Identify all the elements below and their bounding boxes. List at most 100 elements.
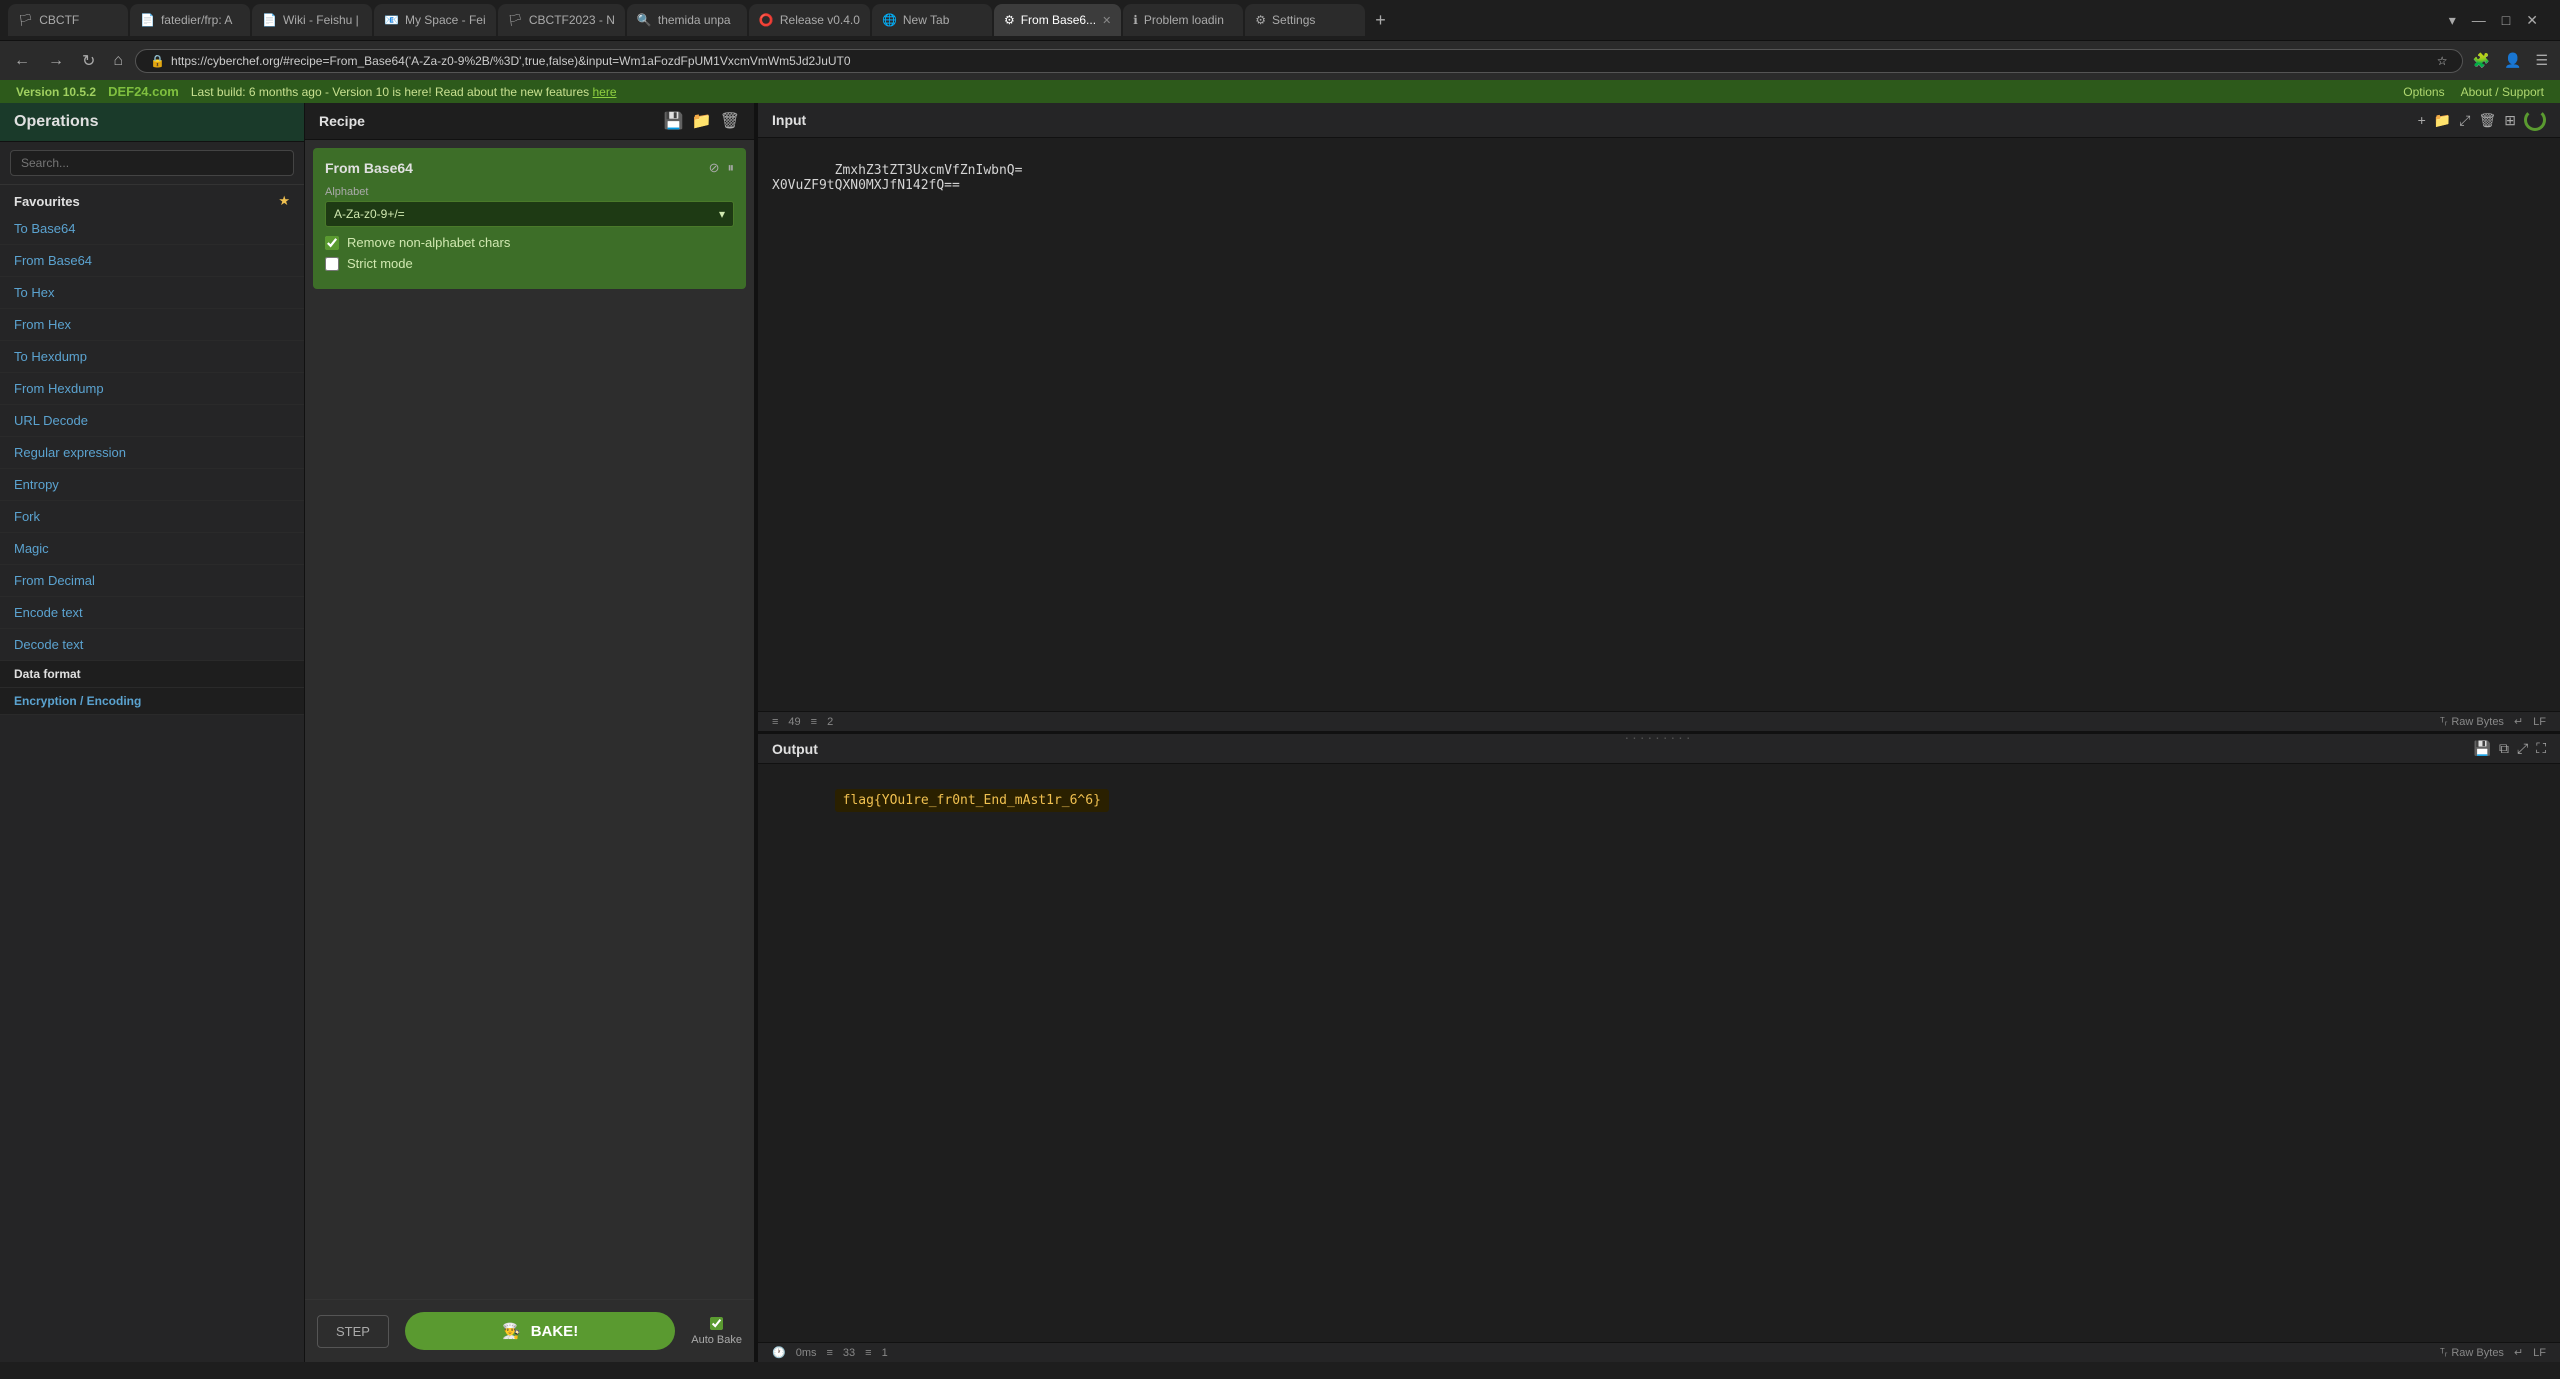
- sidebar-item-to-base64[interactable]: To Base64: [0, 213, 304, 245]
- recipe-folder-icon[interactable]: 📁: [692, 111, 712, 131]
- home-button[interactable]: ⌂: [107, 50, 129, 72]
- tab-problemloading[interactable]: ℹ Problem loadin: [1123, 4, 1243, 36]
- tab-newtab[interactable]: 🌐 New Tab: [872, 4, 992, 36]
- back-button[interactable]: ←: [8, 50, 36, 72]
- remove-nonalphabet-checkbox[interactable]: [325, 236, 339, 250]
- sidebar-item-to-hex[interactable]: To Hex: [0, 277, 304, 309]
- output-expand-icon[interactable]: ⤢: [2517, 740, 2528, 757]
- sidebar-item-regex[interactable]: Regular expression: [0, 437, 304, 469]
- sidebar-item-fork[interactable]: Fork: [0, 501, 304, 533]
- input-trash-icon[interactable]: 🗑: [2478, 112, 2496, 129]
- step-button[interactable]: STEP: [317, 1315, 389, 1348]
- lock-icon: 🔒: [150, 54, 165, 68]
- build-link[interactable]: here: [592, 85, 616, 99]
- sidebar-header: Operations: [0, 103, 304, 142]
- site-label: DEF24.com: [108, 84, 179, 99]
- pause-op-icon[interactable]: ⏸: [728, 160, 735, 176]
- minimize-button[interactable]: —: [2466, 10, 2492, 31]
- input-add-icon[interactable]: +: [2418, 112, 2426, 128]
- recipe-panel: Recipe 💾 📁 🗑 From Base64 ⊘ ⏸ Alphabet A-…: [305, 103, 755, 1362]
- input-grid-icon[interactable]: ⊞: [2504, 112, 2516, 129]
- nav-right-actions: 🧩 👤 ☰: [2469, 50, 2552, 71]
- sidebar-item-url-decode[interactable]: URL Decode: [0, 405, 304, 437]
- version-label: Version 10.5.2: [16, 85, 96, 99]
- nav-bar: ← → ↻ ⌂ 🔒 https://cyberchef.org/#recipe=…: [0, 40, 2560, 80]
- favourites-star-icon: ★: [278, 193, 290, 209]
- tab-wiki[interactable]: 📄 Wiki - Feishu |: [252, 4, 372, 36]
- tab-settings[interactable]: ⚙ Settings: [1245, 4, 1365, 36]
- bake-button[interactable]: 👨‍🍳 BAKE!: [405, 1312, 675, 1350]
- sidebar-item-from-hex[interactable]: From Hex: [0, 309, 304, 341]
- sidebar-item-magic[interactable]: Magic: [0, 533, 304, 565]
- tab-label-themida: themida unpa: [658, 13, 731, 27]
- remove-nonalphabet-row: Remove non-alphabet chars: [325, 235, 734, 250]
- options-button[interactable]: Options: [2403, 85, 2444, 99]
- sidebar-item-encode-text[interactable]: Encode text: [0, 597, 304, 629]
- recipe-trash-icon[interactable]: 🗑: [720, 111, 740, 131]
- extensions-icon[interactable]: 🧩: [2469, 50, 2494, 71]
- forward-button[interactable]: →: [42, 50, 70, 72]
- tab-close-frombase64[interactable]: ✕: [1102, 14, 1111, 27]
- tab-release[interactable]: ⭕ Release v0.4.0: [749, 4, 870, 36]
- profile-icon[interactable]: 👤: [2500, 50, 2525, 71]
- alphabet-select[interactable]: A-Za-z0-9+/= ▾: [325, 201, 734, 227]
- address-bar[interactable]: 🔒 https://cyberchef.org/#recipe=From_Bas…: [135, 49, 2462, 73]
- about-support-button[interactable]: About / Support: [2461, 85, 2544, 99]
- strict-mode-label[interactable]: Strict mode: [347, 256, 413, 271]
- sidebar-item-to-hexdump[interactable]: To Hexdump: [0, 341, 304, 373]
- new-tab-button[interactable]: +: [1367, 10, 1394, 31]
- sidebar-item-from-hexdump[interactable]: From Hexdump: [0, 373, 304, 405]
- output-char-count: 33: [843, 1347, 855, 1359]
- tab-label-newtab: New Tab: [903, 13, 949, 27]
- output-content: flag{YOu1re_fr0nt_End_mAst1r_6^6}: [758, 764, 2560, 1342]
- tab-cbctf2023[interactable]: 🏳 CBCTF2023 - N: [498, 4, 625, 36]
- tab-label-cbctf: CBCTF: [39, 13, 79, 27]
- output-fullscreen-icon[interactable]: ⛶: [2536, 740, 2546, 757]
- input-title: Input: [772, 112, 806, 128]
- tab-fatedier[interactable]: 📄 fatedier/frp: A: [130, 4, 250, 36]
- sidebar-search-area: [0, 142, 304, 185]
- input-progress-circle: [2524, 109, 2546, 131]
- input-content[interactable]: ZmxhZ3tZT3UxcmVfZnIwbnQ= X0VuZF9tQXN0MXJ…: [758, 138, 2560, 711]
- tab-label-frombase64: From Base6...: [1021, 13, 1096, 27]
- close-button[interactable]: ✕: [2520, 10, 2544, 31]
- input-line-count-icon: ≡: [811, 716, 817, 728]
- remove-nonalphabet-label[interactable]: Remove non-alphabet chars: [347, 235, 510, 250]
- tab-bar: 🏳 CBCTF 📄 fatedier/frp: A 📄 Wiki - Feish…: [0, 0, 2560, 40]
- sidebar-item-from-decimal[interactable]: From Decimal: [0, 565, 304, 597]
- info-bar: Version 10.5.2 DEF24.com Last build: 6 m…: [0, 80, 2560, 103]
- output-lineending[interactable]: LF: [2533, 1347, 2546, 1359]
- tab-myspace[interactable]: 📧 My Space - Fei: [374, 4, 496, 36]
- refresh-button[interactable]: ↻: [76, 49, 101, 73]
- input-lineending[interactable]: LF: [2533, 716, 2546, 728]
- autobake-checkbox[interactable]: [710, 1317, 723, 1330]
- input-folder-icon[interactable]: 📁: [2434, 112, 2451, 129]
- tab-label-settings: Settings: [1272, 13, 1315, 27]
- maximize-button[interactable]: □: [2496, 10, 2516, 31]
- sidebar-item-from-base64[interactable]: From Base64: [0, 245, 304, 277]
- tab-cbctf[interactable]: 🏳 CBCTF: [8, 4, 128, 36]
- autobake-label[interactable]: Auto Bake: [691, 1334, 742, 1346]
- alphabet-label: Alphabet: [325, 186, 734, 198]
- io-horizontal-divider[interactable]: ·········: [758, 731, 2560, 734]
- tab-label-myspace: My Space - Fei: [405, 13, 486, 27]
- disable-op-icon[interactable]: ⊘: [709, 160, 720, 176]
- menu-icon[interactable]: ☰: [2531, 50, 2552, 71]
- recipe-save-icon[interactable]: 💾: [664, 111, 684, 131]
- sidebar-item-entropy[interactable]: Entropy: [0, 469, 304, 501]
- search-input[interactable]: [10, 150, 294, 176]
- tab-list-button[interactable]: ▾: [2443, 10, 2462, 31]
- bookmark-icon[interactable]: ☆: [2437, 54, 2448, 68]
- tab-label-fatedier: fatedier/frp: A: [161, 13, 232, 27]
- strict-mode-checkbox[interactable]: [325, 257, 339, 271]
- output-copy-icon[interactable]: ⧉: [2499, 740, 2509, 757]
- tab-label-release: Release v0.4.0: [780, 13, 860, 27]
- input-expand-icon[interactable]: ⤢: [2459, 112, 2470, 129]
- tab-themida[interactable]: 🔍 themida unpa: [627, 4, 747, 36]
- sidebar-item-decode-text[interactable]: Decode text: [0, 629, 304, 661]
- autobake-area: Auto Bake: [691, 1317, 742, 1346]
- output-save-icon[interactable]: 💾: [2474, 740, 2491, 757]
- recipe-op-controls: ⊘ ⏸: [709, 160, 734, 176]
- tab-frombase64[interactable]: ⚙ From Base6... ✕: [994, 4, 1121, 36]
- recipe-actions: 💾 📁 🗑: [664, 111, 740, 131]
